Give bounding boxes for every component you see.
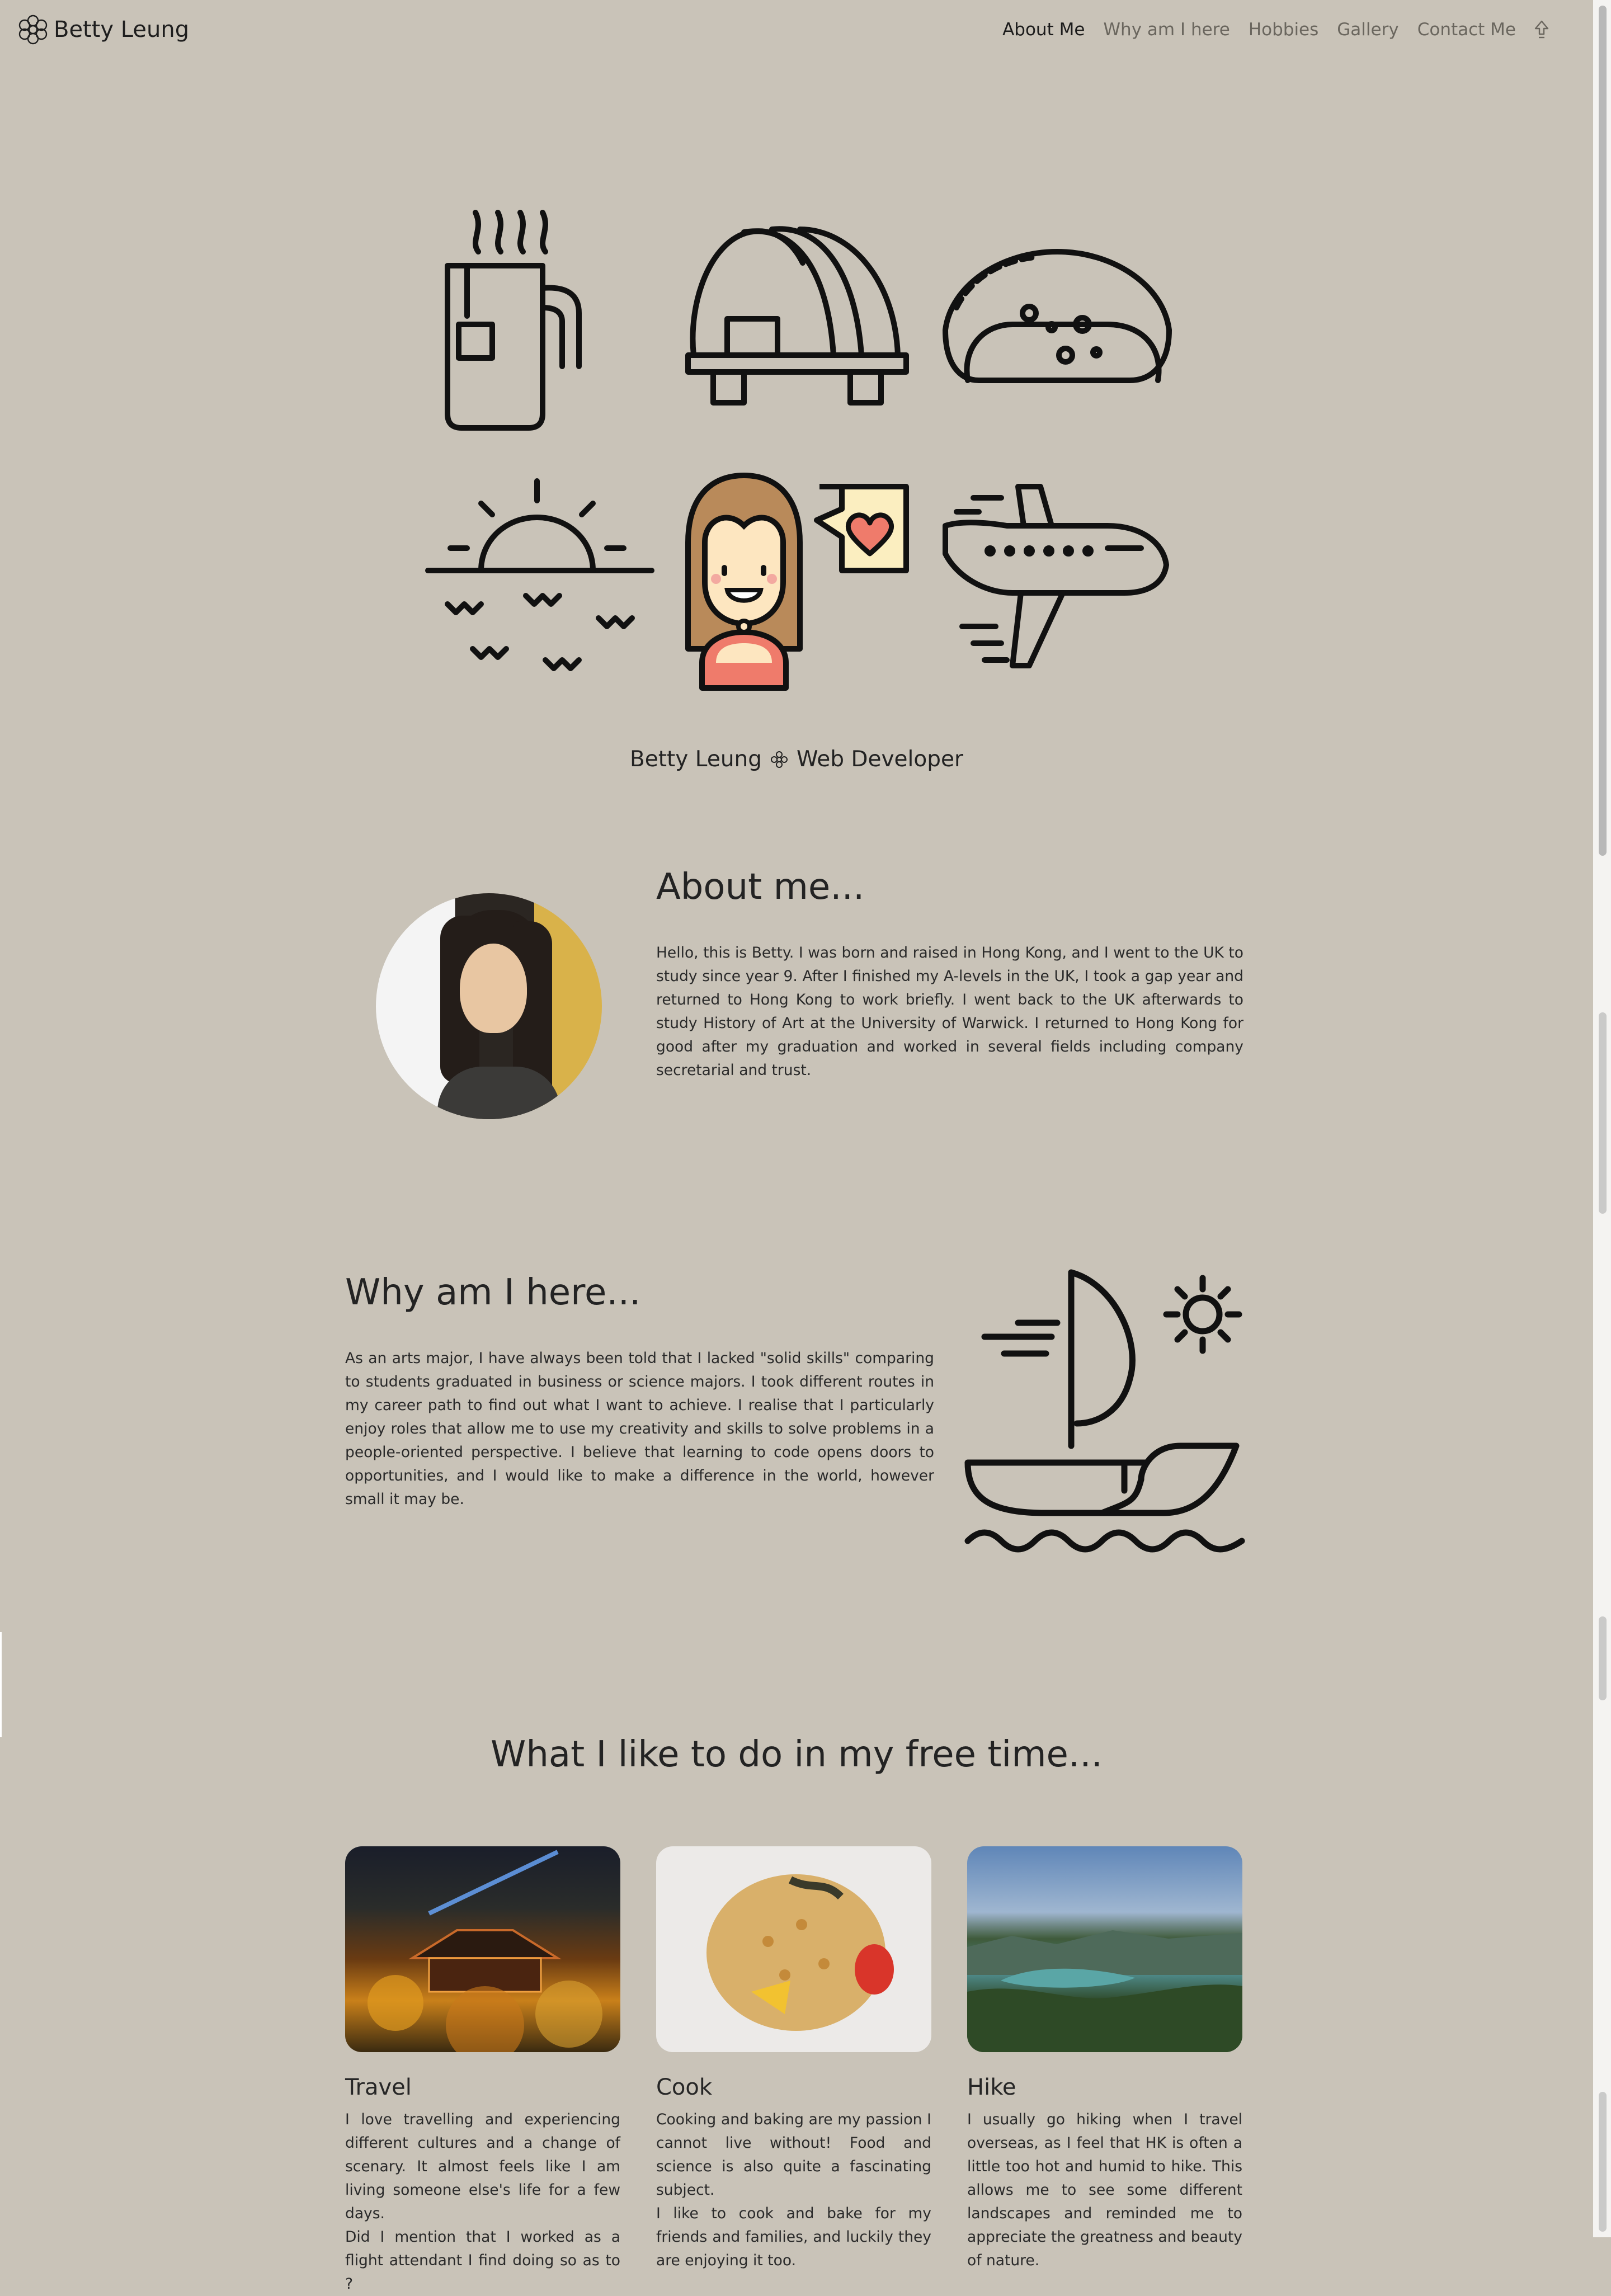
airplane-icon [943,484,1169,668]
nav-about-me[interactable]: About Me [1002,20,1085,40]
edge-marker [0,1632,2,1737]
hobbies-title: What I like to do in my free time... [491,1734,1103,1775]
sailboat-icon [964,1269,1245,1553]
scrollbar-thumb-3[interactable] [1599,1616,1607,1700]
hero-tagline: Betty Leung Web Developer [0,747,1593,772]
hero-name: Betty Leung [629,747,762,772]
nav-links: About Me Why am I here Hobbies Gallery C… [984,20,1549,40]
nav-why-am-i-here[interactable]: Why am I here [1103,20,1230,40]
hobby-card-cook: Cook Cooking and baking are my passion I… [656,1846,931,2273]
hobby-text-cook: Cooking and baking are my passion I cann… [656,2111,931,2199]
about-text: Hello, this is Betty. I was born and rai… [656,944,1243,1079]
hobby-text-travel-2: Did I mention that I worked as a flight … [345,2228,620,2293]
hero-illustrations [422,201,1172,694]
scrollbar-thumb-4[interactable] [1599,2092,1607,2232]
profile-avatar [376,893,602,1119]
back-to-top-button[interactable] [1534,20,1549,40]
hero-role: Web Developer [797,747,964,772]
page-scrollbar[interactable] [1593,0,1611,2237]
hobby-title-travel: Travel [345,2075,412,2100]
hobby-text-travel: I love travelling and experiencing diffe… [345,2111,620,2222]
why-text: As an arts major, I have always been tol… [345,1350,934,1508]
hike-image [967,1846,1242,2052]
nav-contact-me[interactable]: Contact Me [1417,20,1516,40]
taco-icon [943,249,1172,383]
flower-logo-icon [18,15,48,45]
why-title: Why am I here... [345,1272,641,1313]
hobby-text-hike: I usually go hiking when I travel overse… [967,2111,1242,2269]
brand-name: Betty Leung [54,17,190,43]
brand-link[interactable]: Betty Leung [17,13,189,46]
scrollbar-thumb-2[interactable] [1599,1012,1607,1214]
hobby-title-hike: Hike [967,2075,1016,2100]
scrollbar-thumb[interactable] [1599,6,1607,856]
flower-separator-icon [770,750,789,769]
cook-image [656,1846,931,2052]
girl-with-heart-icon [685,473,909,691]
sushi-icon [685,226,909,406]
hobby-text-cook-2: I like to cook and bake for my friends a… [656,2205,931,2269]
hobby-card-travel: Travel I love travelling and experiencin… [345,1846,620,2296]
navbar: Betty Leung About Me Why am I here Hobbi… [0,0,1593,63]
hobby-title-cook: Cook [656,2075,713,2100]
arrow-up-icon [1534,20,1549,39]
nav-hobbies[interactable]: Hobbies [1249,20,1318,40]
nav-gallery[interactable]: Gallery [1337,20,1398,40]
hobby-card-hike: Hike I usually go hiking when I travel o… [967,1846,1242,2273]
tea-mug-icon [445,210,582,431]
sunset-icon [425,478,654,671]
about-title: About me... [656,866,865,908]
travel-image [345,1846,620,2052]
